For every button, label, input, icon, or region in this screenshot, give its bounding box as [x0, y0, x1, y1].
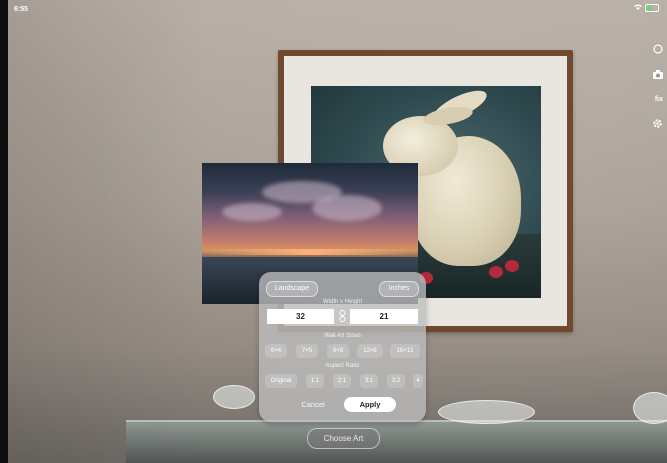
strawberry [505, 260, 519, 272]
status-icons [634, 4, 659, 13]
aspect-ratio-label: Aspect Ratio [325, 363, 360, 369]
wall-art-size-option[interactable]: 16×12 [390, 344, 420, 358]
choose-art-button[interactable]: Choose Art [307, 428, 380, 449]
wall-art-size-option[interactable]: 6×4 [265, 344, 287, 358]
glass-bowl [633, 392, 667, 424]
cancel-button[interactable]: Cancel [290, 397, 336, 412]
apply-button[interactable]: Apply [344, 397, 396, 412]
strawberry [489, 266, 503, 278]
wall-art-size-option[interactable]: 7×5 [296, 344, 318, 358]
battery-icon [645, 4, 659, 13]
fix-label[interactable]: fix [655, 96, 663, 103]
link-icon[interactable] [339, 310, 346, 322]
units-toggle[interactable]: Inches [379, 281, 419, 297]
aspect-ratio-option[interactable]: 3:1 [360, 374, 378, 388]
glass-swan [438, 400, 535, 424]
orientation-toggle[interactable]: Landscape [266, 281, 318, 297]
sunset-glow [202, 249, 418, 255]
aspect-ratio-option[interactable]: 4 [413, 374, 423, 388]
size-section-label: Width x Height [322, 299, 362, 305]
rabbit-ear [421, 103, 475, 129]
status-time: 6:55 [14, 6, 29, 13]
aspect-ratio-option[interactable]: 1:1 [306, 374, 324, 388]
gear-icon[interactable] [652, 118, 663, 132]
aspect-ratio-option[interactable]: 2:1 [333, 374, 351, 388]
wifi-icon [634, 4, 645, 12]
aspect-ratio-option[interactable]: Original [265, 374, 297, 388]
art-size-dialog: Landscape Inches Width x Height 32 21 Wa… [259, 272, 426, 422]
glass-table [126, 420, 667, 463]
wall-art-sizes-label: Wall Art Sizes [324, 333, 361, 339]
cloud [222, 203, 282, 221]
wall-art-size-option[interactable]: 12×8 [357, 344, 383, 358]
camera-icon[interactable] [653, 70, 663, 82]
width-input[interactable]: 32 [267, 309, 334, 324]
glass-swan [213, 385, 255, 409]
wall-art-size-option[interactable]: 8×8 [327, 344, 349, 358]
refresh-icon[interactable] [653, 44, 663, 57]
screen: 6:55 fix Landscape Inches Width x Height… [0, 0, 667, 463]
height-input[interactable]: 21 [350, 309, 418, 324]
cloud [312, 195, 382, 221]
aspect-ratio-option[interactable]: 3:2 [387, 374, 405, 388]
